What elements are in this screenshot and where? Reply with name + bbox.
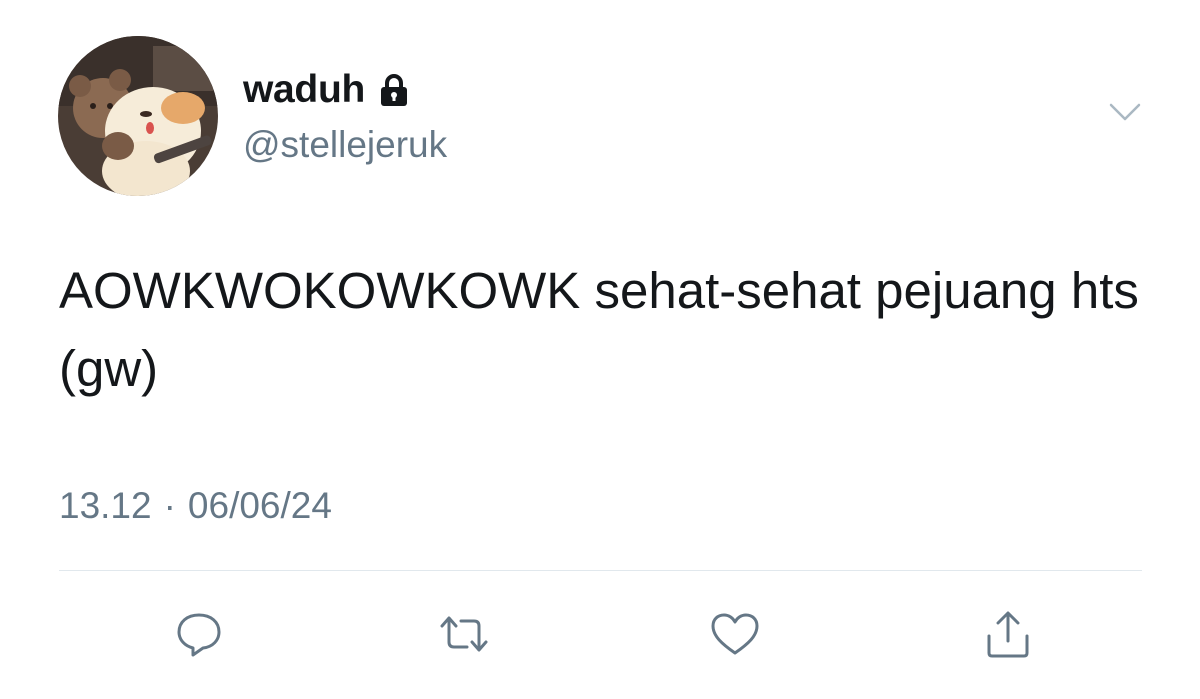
- display-name[interactable]: waduh: [243, 68, 365, 112]
- user-handle[interactable]: @stellejeruk: [243, 124, 447, 166]
- chevron-down-icon[interactable]: [1108, 101, 1142, 123]
- heart-icon: [708, 610, 762, 658]
- author-name-row: waduh: [243, 66, 409, 114]
- reply-icon: [174, 610, 224, 658]
- tweet-text: AOWKWOKOWKOWK sehat-sehat pejuang hts (g…: [59, 262, 1139, 397]
- like-button[interactable]: [705, 604, 765, 664]
- retweet-button[interactable]: [434, 604, 494, 664]
- share-button[interactable]: [978, 604, 1038, 664]
- lock-icon: [379, 73, 409, 107]
- retweet-icon: [436, 612, 492, 656]
- tweet-date: 06/06/24: [187, 485, 332, 526]
- tweet-timestamp[interactable]: 13.12 · 06/06/24: [59, 485, 332, 527]
- avatar-illustration: [58, 36, 218, 196]
- avatar[interactable]: [58, 36, 218, 196]
- divider: [59, 570, 1142, 571]
- reply-button[interactable]: [169, 604, 229, 664]
- share-icon: [983, 608, 1033, 660]
- tweet-time: 13.12: [59, 485, 152, 526]
- timestamp-separator: ·: [163, 485, 176, 526]
